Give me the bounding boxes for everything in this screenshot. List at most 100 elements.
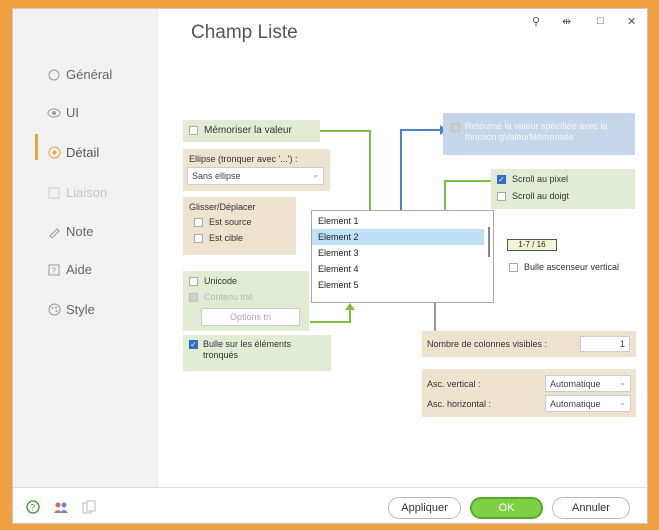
nav-item-note[interactable]: Note <box>47 224 93 239</box>
nav-item-label: Détail <box>66 145 100 160</box>
nav-item-detail[interactable]: Détail <box>47 145 99 160</box>
checkbox-box[interactable] <box>194 218 203 228</box>
copy-icon[interactable] <box>81 499 97 515</box>
checkbox-box[interactable] <box>497 192 506 202</box>
bulle-asc-label: Bulle ascenseur vertical <box>524 262 620 272</box>
close-icon[interactable]: ✕ <box>627 15 636 28</box>
checkbox-box[interactable] <box>509 263 518 273</box>
est-source-checkbox[interactable]: Est source <box>194 217 252 228</box>
asc-vertical-label: Asc. vertical : <box>427 379 481 389</box>
checkbox-box[interactable] <box>189 277 198 287</box>
users-icon[interactable] <box>53 499 69 515</box>
est-cible-checkbox[interactable]: Est cible <box>194 233 243 244</box>
scroll-group: ✓ Scroll au pixel Scroll au doigt <box>491 169 635 209</box>
retourne-checkbox <box>451 123 460 132</box>
asc-horizontal-select[interactable]: Automatique ⌄ <box>545 395 631 412</box>
scroll-doigt-checkbox[interactable]: Scroll au doigt <box>497 191 569 202</box>
arrow-line <box>445 180 491 182</box>
ellipse-select[interactable]: Sans ellipse ⌄ <box>187 167 324 185</box>
pin-icon[interactable]: ⚲ <box>532 15 540 28</box>
eye-icon <box>47 106 61 120</box>
memoriser-label: Mémoriser la valeur <box>204 125 292 136</box>
help-icon: ? <box>47 263 61 277</box>
colonnes-label: Nombre de colonnes visibles : <box>427 339 548 349</box>
active-indicator <box>35 134 38 160</box>
nav-item-label: Aide <box>66 262 93 277</box>
unicode-group: Unicode Contenu trié Options tri <box>183 271 309 331</box>
style-icon <box>47 303 61 317</box>
arrow-line <box>369 130 371 220</box>
nav-item-label: Note <box>66 224 94 239</box>
list-item[interactable]: Element 1 <box>312 213 484 229</box>
checkbox-box <box>189 293 198 303</box>
chevron-down-icon: ⌄ <box>619 378 626 387</box>
annuler-button[interactable]: Annuler <box>552 497 630 519</box>
nav-item-liaison: Liaison <box>47 185 107 200</box>
bulle-elements-group: ✓ Bulle sur les éléments tronqués <box>183 335 331 371</box>
nav-item-label: Style <box>66 302 95 317</box>
arrow-line <box>349 308 351 323</box>
nav-item-label: Liaison <box>66 185 108 200</box>
circle-icon <box>47 68 61 82</box>
help-circle-icon[interactable]: ? <box>25 499 41 515</box>
arrow-line <box>310 321 350 323</box>
unicode-checkbox[interactable]: Unicode <box>189 276 238 287</box>
note-icon <box>47 225 61 239</box>
resize-icon[interactable]: ⇹ <box>562 15 571 28</box>
nav-item-style[interactable]: Style <box>47 302 95 317</box>
asc-horizontal-label: Asc. horizontal : <box>427 399 492 409</box>
list-item[interactable]: Element 4 <box>312 261 484 277</box>
options-tri-button[interactable]: Options tri <box>201 308 300 326</box>
nav-item-label: Général <box>66 67 113 82</box>
connector-line <box>434 303 436 331</box>
checkbox-box[interactable] <box>194 234 203 244</box>
checkbox-box[interactable] <box>189 125 198 135</box>
arrow-line <box>400 129 440 131</box>
bulle-elements-label: Bulle sur les éléments tronqués <box>203 339 292 360</box>
maximize-icon[interactable]: □ <box>597 15 604 27</box>
check-icon[interactable]: ✓ <box>189 340 198 349</box>
scroll-counter: 1-7 / 16 <box>507 239 557 251</box>
colonnes-group: Nombre de colonnes visibles : 1 <box>422 331 636 357</box>
chevron-down-icon: ⌄ <box>312 170 319 179</box>
list-item[interactable]: Element 5 <box>312 277 484 293</box>
check-icon[interactable]: ✓ <box>497 175 506 185</box>
nav-item-general[interactable]: Général <box>47 67 112 82</box>
scroll-pixel-checkbox[interactable]: ✓ Scroll au pixel <box>497 174 569 185</box>
sidebar-nav: Général UI Détail Liaison Note ? Aide St… <box>13 9 159 487</box>
est-source-label: Est source <box>209 217 252 227</box>
contenu-trie-label: Contenu trié <box>204 292 254 302</box>
bulle-asc-checkbox[interactable]: Bulle ascenseur vertical <box>509 262 620 273</box>
arrow-line <box>400 129 402 211</box>
page-title: Champ Liste <box>191 22 298 43</box>
arrow-head <box>345 303 355 310</box>
detail-icon <box>47 146 61 160</box>
list-box[interactable]: Element 1 Element 2 Element 3 Element 4 … <box>311 210 494 303</box>
list-item-selected[interactable]: Element 2 <box>312 229 484 245</box>
colonnes-input[interactable]: 1 <box>580 336 630 352</box>
arrow-line <box>320 130 370 132</box>
scroll-pixel-label: Scroll au pixel <box>512 174 569 184</box>
retourne-label: Retourne la valeur spécifiée avec la fon… <box>465 121 608 142</box>
scrollbar-thumb[interactable] <box>488 227 490 257</box>
ok-button[interactable]: OK <box>470 497 543 519</box>
svg-text:?: ? <box>52 266 57 275</box>
ascenseurs-group: Asc. vertical : Automatique ⌄ Asc. horiz… <box>422 369 636 417</box>
memoriser-group: Mémoriser la valeur <box>183 120 320 142</box>
memoriser-checkbox[interactable]: Mémoriser la valeur <box>189 125 292 136</box>
list-item[interactable]: Element 3 <box>312 245 484 261</box>
retourne-group: Retourne la valeur spécifiée avec la fon… <box>443 113 635 155</box>
appliquer-button[interactable]: Appliquer <box>388 497 461 519</box>
link-icon <box>47 186 61 200</box>
contenu-trie-checkbox: Contenu trié <box>189 292 254 303</box>
glisser-group: Glisser/Déplacer Est source Est cible <box>183 197 296 255</box>
ellipse-label: Ellipse (tronquer avec '...') : <box>189 154 298 164</box>
nav-item-ui[interactable]: UI <box>47 105 79 120</box>
unicode-label: Unicode <box>204 276 238 286</box>
dialog-window: Général UI Détail Liaison Note ? Aide St… <box>12 8 648 524</box>
footer-bar: ? Appliquer OK Annuler <box>13 487 647 523</box>
ellipse-group: Ellipse (tronquer avec '...') : Sans ell… <box>183 149 330 191</box>
asc-vertical-select[interactable]: Automatique ⌄ <box>545 375 631 392</box>
nav-item-aide[interactable]: ? Aide <box>47 262 92 277</box>
asc-vertical-value: Automatique <box>550 379 601 389</box>
